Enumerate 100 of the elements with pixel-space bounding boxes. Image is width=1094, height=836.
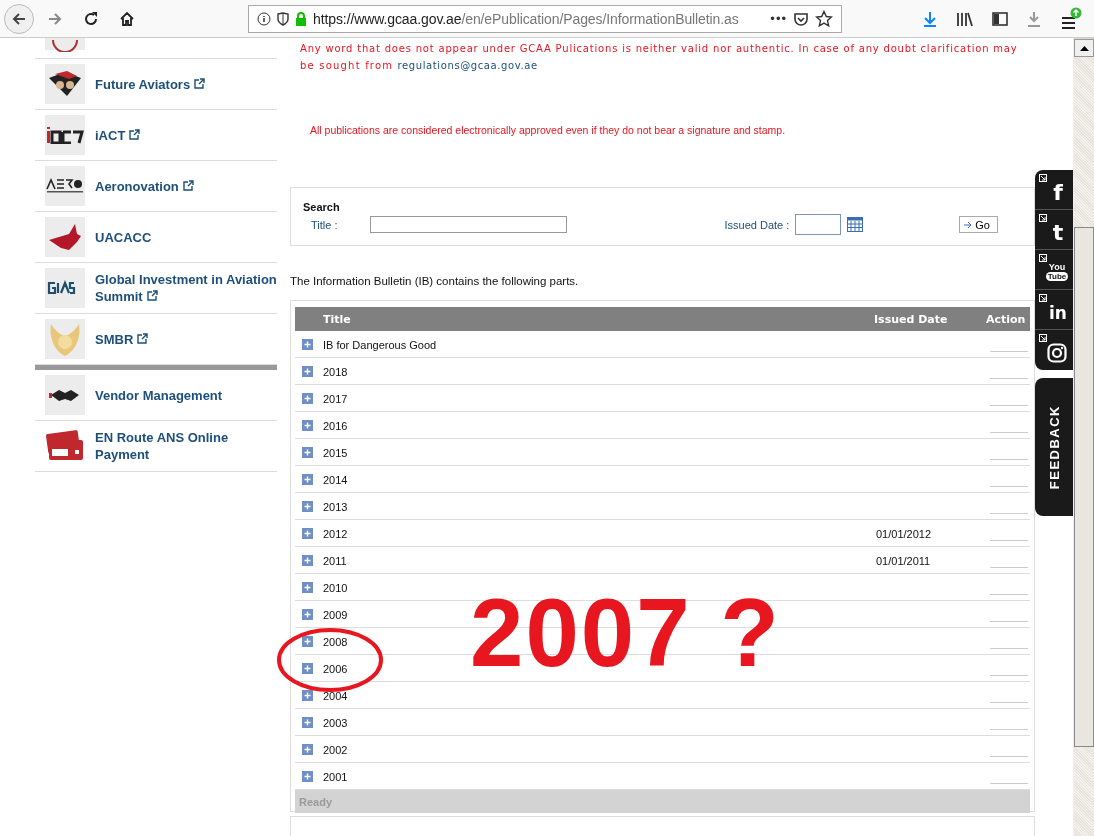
back-arrow-icon bbox=[11, 10, 27, 27]
logo-icon bbox=[45, 166, 85, 206]
sidebar-link[interactable]: Vendor Management bbox=[35, 370, 277, 421]
sidebar-icon[interactable] bbox=[992, 10, 1008, 27]
expand-icon[interactable] bbox=[302, 554, 313, 566]
expand-icon[interactable] bbox=[302, 662, 313, 674]
scroll-thumb[interactable] bbox=[1074, 227, 1094, 747]
info-icon[interactable] bbox=[257, 11, 271, 26]
table-cell: 2009 bbox=[323, 609, 348, 621]
column-header: Title bbox=[323, 312, 352, 326]
social-button[interactable]: in bbox=[1035, 290, 1073, 330]
download-icon[interactable] bbox=[922, 10, 938, 27]
email-link[interactable]: regulations@gcaa.gov.ae bbox=[397, 60, 538, 71]
expand-icon[interactable] bbox=[302, 419, 313, 431]
table-cell: 2002 bbox=[323, 744, 348, 756]
sidebar-link[interactable]: Aeronovation bbox=[35, 161, 277, 212]
external-link-icon bbox=[1039, 334, 1047, 342]
title-label: Title : bbox=[311, 218, 339, 231]
social-button[interactable]: You Tube bbox=[1035, 250, 1073, 290]
notice-text: be sought from regulations@gcaa.gov.ae bbox=[299, 59, 539, 73]
issued-date-label: Issued Date : bbox=[724, 218, 790, 231]
table-cell: 2016 bbox=[323, 420, 348, 432]
annotation-text: 2007 ? bbox=[470, 585, 781, 681]
approval-notice: All publications are considered electronically approved even if they do not bear a signature and stamp. bbox=[310, 124, 787, 136]
table-cell: 2018 bbox=[323, 366, 348, 378]
table-cell: 2001 bbox=[323, 771, 348, 783]
feedback-tab[interactable]: FEEDBACK bbox=[1035, 378, 1073, 516]
table-cell: 2015 bbox=[323, 447, 348, 459]
star-icon[interactable] bbox=[815, 9, 833, 28]
table-cell: 2011 bbox=[323, 555, 347, 567]
expand-icon[interactable] bbox=[302, 500, 313, 512]
home-icon bbox=[119, 10, 135, 27]
logo-icon bbox=[45, 38, 85, 50]
social-button[interactable]: t bbox=[1035, 210, 1073, 250]
sidebar-link[interactable]: EN Route ANS Online Payment bbox=[35, 421, 277, 472]
search-heading: Search bbox=[303, 201, 341, 213]
up-arrow-icon bbox=[1079, 45, 1089, 51]
expand-icon[interactable] bbox=[302, 743, 313, 755]
lock-icon[interactable] bbox=[295, 11, 307, 26]
table-cell: 01/01/2011 bbox=[876, 555, 931, 567]
external-link-icon bbox=[1039, 174, 1047, 182]
logo-icon bbox=[45, 375, 85, 415]
reload-icon bbox=[83, 10, 99, 27]
external-link-icon bbox=[1039, 254, 1047, 262]
external-link-icon bbox=[1039, 294, 1047, 302]
notice-text: Any word that does not appear under GCAA Pulications is neither valid nor authentic. In case of any doubt clarification may bbox=[299, 42, 1018, 56]
sidebar-link[interactable]: Global Investment in Aviation Summit bbox=[35, 263, 277, 314]
page-actions-button[interactable]: ••• bbox=[770, 11, 787, 26]
table-cell: 2003 bbox=[323, 717, 348, 729]
table-cell: 2010 bbox=[323, 582, 348, 594]
column-header: Action bbox=[985, 312, 1027, 326]
column-header: Issued Date bbox=[874, 312, 949, 326]
expand-icon[interactable] bbox=[302, 635, 313, 647]
expand-icon[interactable] bbox=[302, 392, 313, 404]
social-button[interactable]: f bbox=[1035, 170, 1073, 210]
expand-icon[interactable] bbox=[302, 581, 313, 593]
forward-arrow-icon bbox=[47, 10, 63, 27]
pocket-icon[interactable] bbox=[793, 10, 809, 27]
title-input[interactable] bbox=[370, 216, 567, 233]
download-icon[interactable] bbox=[1026, 10, 1042, 27]
expand-icon[interactable] bbox=[302, 689, 313, 701]
expand-icon[interactable] bbox=[302, 473, 313, 485]
logo-icon bbox=[45, 115, 85, 155]
expand-icon[interactable] bbox=[302, 365, 313, 377]
expand-icon[interactable] bbox=[302, 716, 313, 728]
calendar-icon[interactable] bbox=[847, 217, 864, 232]
logo-icon bbox=[45, 268, 85, 308]
shield-icon[interactable] bbox=[277, 11, 289, 26]
address-bar[interactable]: https://www.gcaa.gov.ae/en/ePublication/Pages/InformationBulletin.as ••• bbox=[248, 4, 842, 33]
table-cell: 2017 bbox=[323, 393, 348, 405]
table-cell: 2014 bbox=[323, 474, 348, 486]
date-input[interactable] bbox=[795, 214, 842, 235]
logo-icon bbox=[45, 217, 85, 257]
library-icon[interactable] bbox=[956, 10, 974, 27]
menu-icon[interactable] bbox=[1060, 6, 1082, 31]
expand-icon[interactable] bbox=[302, 338, 313, 350]
expand-icon[interactable] bbox=[302, 527, 313, 539]
sidebar-link[interactable]: Future Aviators bbox=[35, 59, 277, 110]
scroll-up-button[interactable] bbox=[1074, 39, 1094, 57]
table-cell: 2008 bbox=[323, 636, 348, 648]
expand-icon[interactable] bbox=[302, 770, 313, 782]
social-button[interactable] bbox=[1035, 330, 1073, 370]
table-cell: 2012 bbox=[323, 528, 348, 540]
table-cell: 2013 bbox=[323, 501, 348, 513]
table-cell: 2006 bbox=[323, 663, 348, 675]
sidebar-link[interactable]: iACT bbox=[35, 110, 277, 161]
back-button[interactable] bbox=[4, 3, 34, 34]
table-cell: IB for Dangerous Good bbox=[323, 339, 437, 351]
status-bar: Ready bbox=[295, 790, 1030, 813]
logo-icon bbox=[45, 319, 85, 359]
expand-icon[interactable] bbox=[302, 446, 313, 458]
expand-icon[interactable] bbox=[302, 608, 313, 620]
table-cell: 2004 bbox=[323, 690, 348, 702]
camera-icon bbox=[1047, 343, 1067, 363]
go-button[interactable]: Go bbox=[959, 216, 998, 233]
logo-icon bbox=[45, 64, 85, 104]
sidebar-link[interactable]: UACACC bbox=[35, 212, 277, 263]
table-cell: 01/01/2012 bbox=[876, 528, 932, 540]
external-link-icon bbox=[1039, 214, 1047, 222]
url-text: https://www.gcaa.gov.ae/en/ePublication/Pages/InformationBulletin.as bbox=[313, 10, 740, 27]
